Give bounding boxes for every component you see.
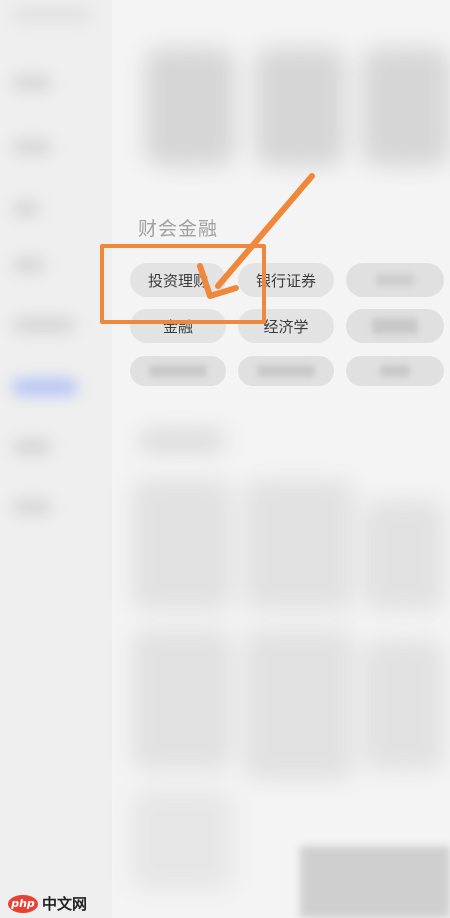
- chip-blurred[interactable]: [346, 356, 444, 386]
- top-tile[interactable]: [255, 48, 345, 166]
- category-sidebar: [0, 0, 112, 918]
- chip-blurred[interactable]: [130, 356, 226, 386]
- corner-blur: [300, 846, 450, 918]
- blurred-heading: [138, 430, 226, 452]
- watermark-logo: php: [8, 894, 38, 913]
- sidebar-item[interactable]: [12, 498, 52, 516]
- blurred-block[interactable]: [132, 480, 232, 610]
- sidebar-item[interactable]: [12, 316, 76, 334]
- watermark: php 中文网: [8, 893, 87, 914]
- blurred-block[interactable]: [244, 630, 354, 780]
- watermark-text: 中文网: [42, 895, 88, 913]
- top-tile[interactable]: [362, 48, 450, 166]
- sidebar-item[interactable]: [12, 200, 40, 218]
- chip-blurred[interactable]: [238, 356, 334, 386]
- blurred-block[interactable]: [132, 790, 232, 890]
- sidebar-item[interactable]: [12, 256, 46, 274]
- chip-label: 经济学: [263, 317, 309, 336]
- blurred-block[interactable]: [364, 640, 444, 770]
- sidebar-item-active[interactable]: [12, 378, 78, 396]
- section-title: 财会金融: [138, 218, 219, 240]
- sidebar-item[interactable]: [12, 6, 92, 24]
- sidebar-item[interactable]: [12, 438, 52, 456]
- chip-blurred[interactable]: [346, 263, 444, 297]
- blurred-block[interactable]: [364, 500, 444, 610]
- sidebar-item[interactable]: [12, 74, 52, 92]
- highlight-box: [100, 244, 266, 324]
- blurred-block[interactable]: [244, 480, 354, 610]
- sidebar-item[interactable]: [12, 138, 52, 156]
- chip-blurred[interactable]: [346, 309, 444, 343]
- top-tile[interactable]: [145, 48, 235, 166]
- blurred-block[interactable]: [132, 630, 232, 770]
